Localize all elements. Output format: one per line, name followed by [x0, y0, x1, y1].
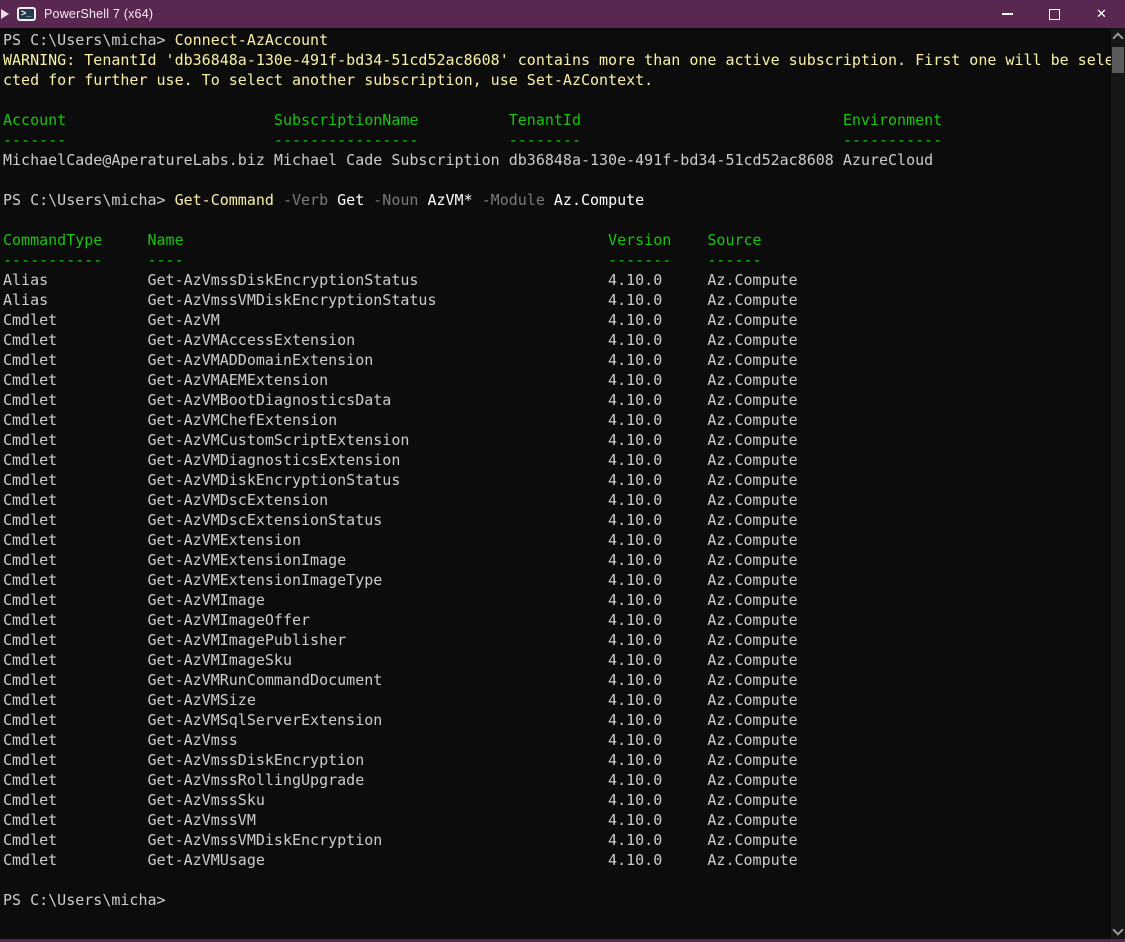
terminal-line: Alias Get-AzVmssVMDiskEncryptionStatus 4… [3, 290, 1111, 310]
terminal-line [3, 870, 1111, 890]
terminal-line: Cmdlet Get-AzVMImageSku 4.10.0 Az.Comput… [3, 650, 1111, 670]
terminal-line: Cmdlet Get-AzVMImage 4.10.0 Az.Compute [3, 590, 1111, 610]
terminal-output[interactable]: PS C:\Users\micha> Connect-AzAccountWARN… [0, 28, 1111, 939]
terminal-line: Cmdlet Get-AzVMExtensionImage 4.10.0 Az.… [3, 550, 1111, 570]
tab-chevron-icon [1, 9, 9, 19]
minimize-icon [1002, 13, 1013, 15]
terminal-line: Account SubscriptionName TenantId Enviro… [3, 110, 1111, 130]
terminal-line: Cmdlet Get-AzVMAccessExtension 4.10.0 Az… [3, 330, 1111, 350]
terminal-line: Cmdlet Get-AzVMExtension 4.10.0 Az.Compu… [3, 530, 1111, 550]
terminal-line: Cmdlet Get-AzVMDiskEncryptionStatus 4.10… [3, 470, 1111, 490]
terminal-line [3, 210, 1111, 230]
terminal-line: Cmdlet Get-AzVMSqlServerExtension 4.10.0… [3, 710, 1111, 730]
terminal-line: Cmdlet Get-AzVmssRollingUpgrade 4.10.0 A… [3, 770, 1111, 790]
scrollbar[interactable] [1111, 28, 1125, 939]
terminal-line: PS C:\Users\micha> Connect-AzAccount [3, 30, 1111, 50]
scroll-down-arrow-icon[interactable] [1111, 923, 1125, 939]
terminal-line: ----------- ---- ------- ------ [3, 250, 1111, 270]
powershell-window: >_ PowerShell 7 (x64) ✕ PS C:\Users\mich… [0, 0, 1125, 942]
terminal-line: Alias Get-AzVmssDiskEncryptionStatus 4.1… [3, 270, 1111, 290]
close-icon: ✕ [1096, 8, 1107, 21]
powershell-icon: >_ [17, 7, 36, 21]
terminal-line: MichaelCade@AperatureLabs.biz Michael Ca… [3, 150, 1111, 170]
terminal-line: cted for further use. To select another … [3, 70, 1111, 90]
minimize-button[interactable] [984, 0, 1031, 28]
terminal-line: Cmdlet Get-AzVMAEMExtension 4.10.0 Az.Co… [3, 370, 1111, 390]
terminal-line: Cmdlet Get-AzVmss 4.10.0 Az.Compute [3, 730, 1111, 750]
terminal-line: Cmdlet Get-AzVMSize 4.10.0 Az.Compute [3, 690, 1111, 710]
terminal-line: ------- ---------------- -------- ------… [3, 130, 1111, 150]
terminal-line: Cmdlet Get-AzVMRunCommandDocument 4.10.0… [3, 670, 1111, 690]
terminal-line: CommandType Name Version Source [3, 230, 1111, 250]
terminal-line: Cmdlet Get-AzVmssVMDiskEncryption 4.10.0… [3, 830, 1111, 850]
maximize-icon [1049, 9, 1060, 20]
terminal-line: Cmdlet Get-AzVMImageOffer 4.10.0 Az.Comp… [3, 610, 1111, 630]
titlebar: >_ PowerShell 7 (x64) ✕ [0, 0, 1125, 28]
terminal-line: Cmdlet Get-AzVMBootDiagnosticsData 4.10.… [3, 390, 1111, 410]
terminal-line: Cmdlet Get-AzVMExtensionImageType 4.10.0… [3, 570, 1111, 590]
window-controls: ✕ [984, 0, 1125, 28]
window-title: PowerShell 7 (x64) [44, 7, 153, 21]
terminal-line: Cmdlet Get-AzVMCustomScriptExtension 4.1… [3, 430, 1111, 450]
terminal-line: PS C:\Users\micha> [3, 890, 1111, 910]
terminal-line: Cmdlet Get-AzVMDscExtension 4.10.0 Az.Co… [3, 490, 1111, 510]
terminal-line: Cmdlet Get-AzVM 4.10.0 Az.Compute [3, 310, 1111, 330]
terminal-line: Cmdlet Get-AzVmssVM 4.10.0 Az.Compute [3, 810, 1111, 830]
terminal-line: Cmdlet Get-AzVMImagePublisher 4.10.0 Az.… [3, 630, 1111, 650]
terminal-line: PS C:\Users\micha> Get-Command -Verb Get… [3, 190, 1111, 210]
terminal-line: Cmdlet Get-AzVMDiagnosticsExtension 4.10… [3, 450, 1111, 470]
terminal-line: Cmdlet Get-AzVmssDiskEncryption 4.10.0 A… [3, 750, 1111, 770]
terminal-line [3, 170, 1111, 190]
terminal-line [3, 90, 1111, 110]
terminal-line: WARNING: TenantId 'db36848a-130e-491f-bd… [3, 50, 1111, 70]
terminal-line: Cmdlet Get-AzVMChefExtension 4.10.0 Az.C… [3, 410, 1111, 430]
terminal-line: Cmdlet Get-AzVMADDomainExtension 4.10.0 … [3, 350, 1111, 370]
terminal-line: Cmdlet Get-AzVmssSku 4.10.0 Az.Compute [3, 790, 1111, 810]
terminal-line: Cmdlet Get-AzVMUsage 4.10.0 Az.Compute [3, 850, 1111, 870]
close-button[interactable]: ✕ [1078, 0, 1125, 28]
maximize-button[interactable] [1031, 0, 1078, 28]
scrollbar-thumb[interactable] [1112, 47, 1124, 73]
scroll-up-arrow-icon[interactable] [1111, 28, 1125, 44]
terminal-line: Cmdlet Get-AzVMDscExtensionStatus 4.10.0… [3, 510, 1111, 530]
